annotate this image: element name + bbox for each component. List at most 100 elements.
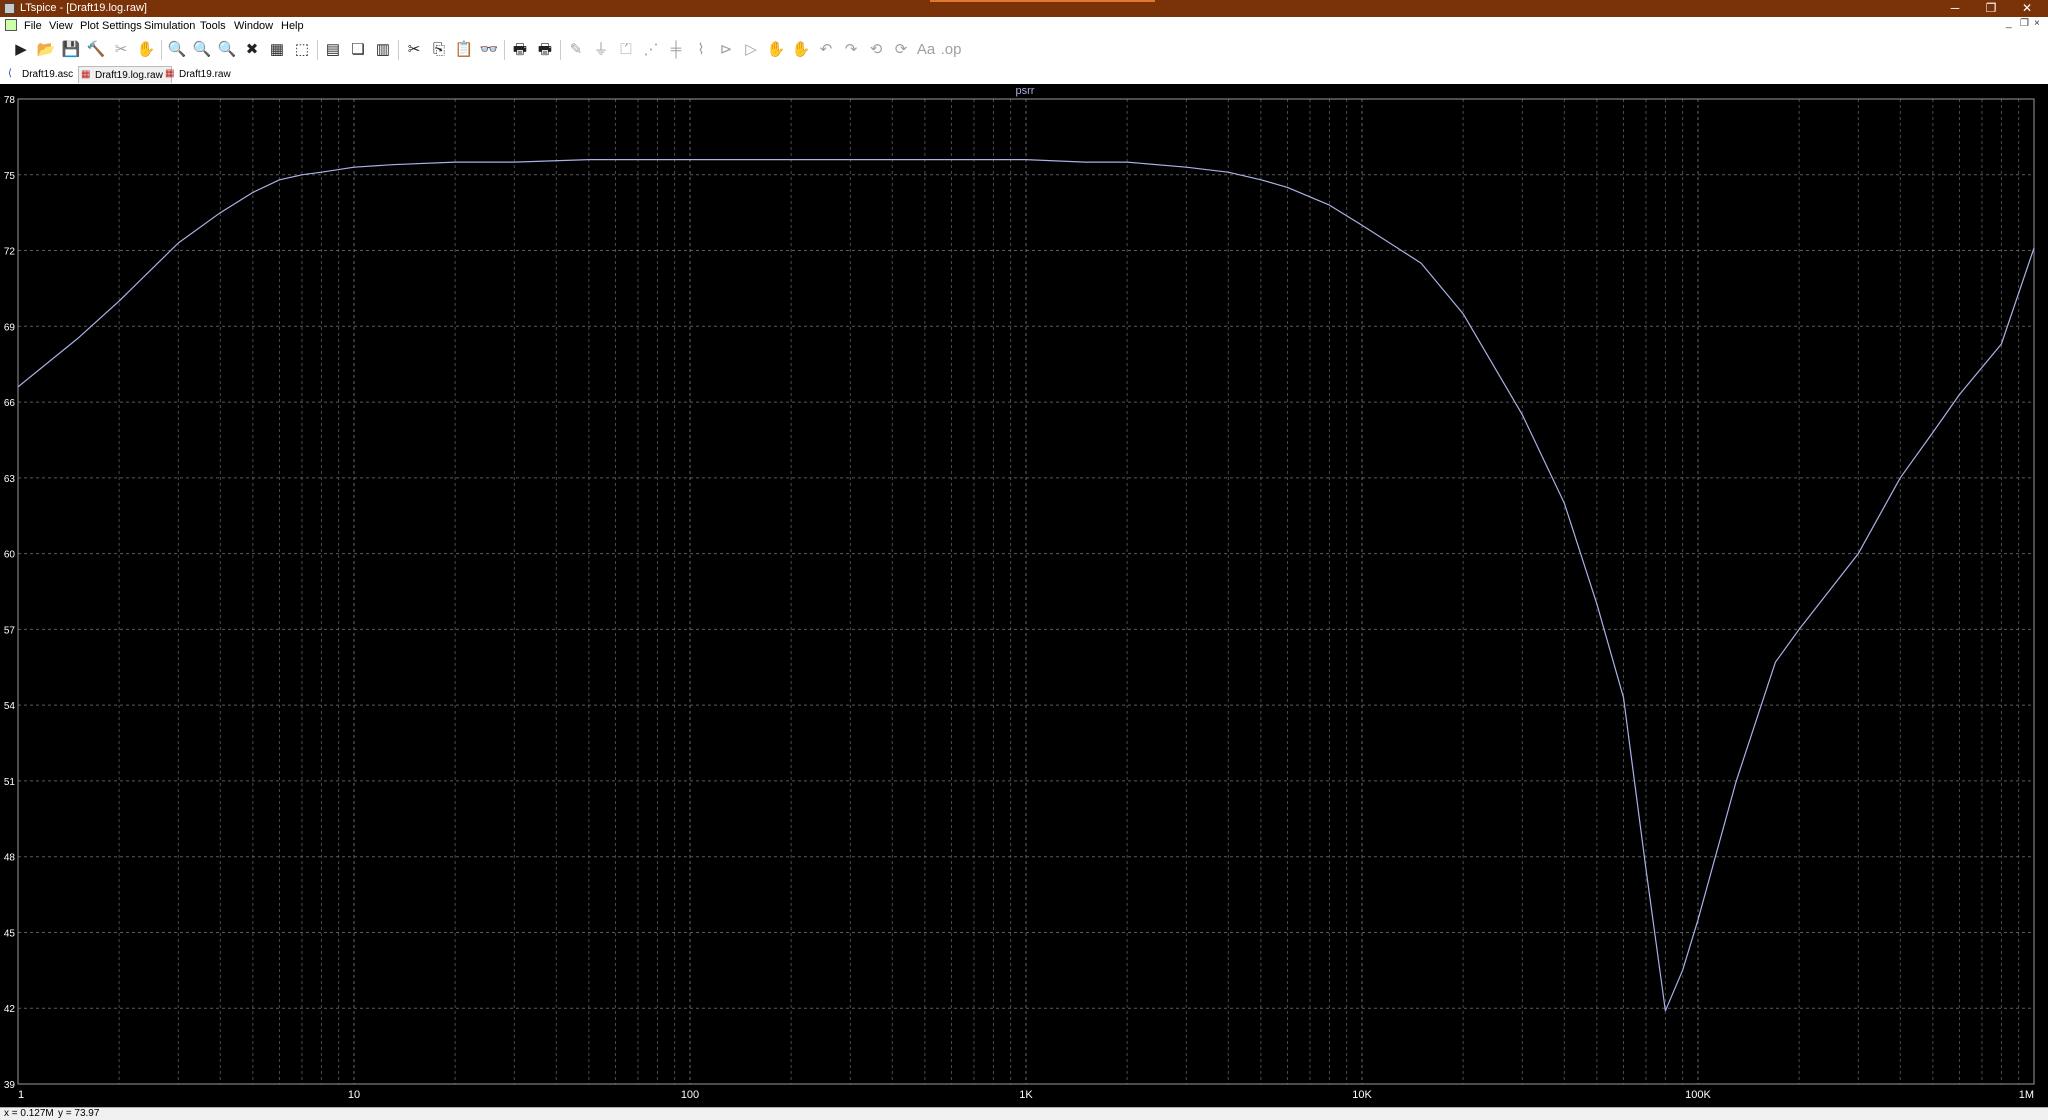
toolbar-separator [398, 40, 399, 60]
move-icon[interactable]: ✋ [765, 39, 787, 61]
autorange-icon[interactable]: ▦ [266, 39, 288, 61]
toolbar-separator [560, 40, 561, 60]
close-button[interactable]: ✕ [2012, 0, 2042, 17]
menu-window[interactable]: Window [234, 20, 273, 32]
mdi-close-button[interactable]: × [2034, 18, 2040, 29]
schematic-icon: ⟨ [8, 68, 12, 79]
tab-label: Draft19.asc [22, 69, 74, 80]
y-tick-label: 39 [4, 1080, 16, 1091]
y-tick-label: 48 [4, 853, 16, 864]
capacitor-icon[interactable]: ╪ [665, 39, 687, 61]
minimize-button[interactable]: ─ [1940, 0, 1970, 17]
document-icon[interactable] [5, 19, 17, 31]
ground-icon[interactable]: ⏚ [590, 39, 612, 61]
text-icon[interactable]: Aa [915, 39, 937, 61]
window-title: LTspice - [Draft19.log.raw] [20, 2, 147, 14]
trace-label-psrr[interactable]: psrr [1016, 85, 1035, 97]
y-tick-label: 57 [4, 625, 16, 636]
x-tick-label: 10 [348, 1089, 360, 1101]
menu-tools[interactable]: Tools [200, 20, 226, 32]
y-axis-tick-labels: 39 42 45 48 51 54 57 60 63 66 69 72 75 78 [4, 95, 16, 1091]
print-icon[interactable]: 🖶 [509, 39, 531, 61]
waveform-icon: ▦ [165, 68, 175, 79]
y-tick-label: 45 [4, 928, 16, 939]
y-tick-label: 63 [4, 474, 16, 485]
menu-help[interactable]: Help [281, 20, 304, 32]
tab-draft19-raw[interactable]: ▦ Draft19.raw [163, 66, 239, 83]
tab-label: Draft19.log.raw [95, 70, 163, 81]
zoom-cancel-icon[interactable]: ✖ [241, 39, 263, 61]
y-tick-label: 78 [4, 95, 16, 106]
y-tick-label: 69 [4, 322, 16, 333]
toolbar-separator [504, 40, 505, 60]
cursor-x-readout: x = 0.127M [4, 1108, 54, 1119]
component-icon[interactable]: ▷ [740, 39, 762, 61]
cut-icon[interactable]: ✂ [403, 39, 425, 61]
wire-icon[interactable]: ✎ [565, 39, 587, 61]
toolbar-separator [161, 40, 162, 60]
copy-icon[interactable]: ⎘ [428, 39, 450, 61]
diode-icon[interactable]: ⊳ [715, 39, 737, 61]
menu-plot-settings[interactable]: Plot Settings [80, 20, 142, 32]
document-tab-bar: ⟨ Draft19.asc ▦ Draft19.log.raw ▦ Draft1… [0, 66, 2048, 84]
tab-draft19-asc[interactable]: ⟨ Draft19.asc [6, 66, 81, 83]
y-tick-label: 54 [4, 701, 16, 712]
drag-icon[interactable]: ✋ [790, 39, 812, 61]
control-panel-icon[interactable]: 🔨 [85, 39, 107, 61]
cascade-icon[interactable]: ❏ [347, 39, 369, 61]
mdi-minimize-button[interactable]: _ [2006, 18, 2012, 29]
redo-icon[interactable]: ↷ [840, 39, 862, 61]
undo-icon[interactable]: ↶ [815, 39, 837, 61]
toolbar-separator [317, 40, 318, 60]
inductor-icon[interactable]: ⌇ [690, 39, 712, 61]
zoom-box-icon[interactable]: ⬚ [291, 39, 313, 61]
zoom-in-icon[interactable]: 🔍 [166, 39, 188, 61]
pan-hand-icon[interactable]: ✋ [135, 39, 157, 61]
spice-directive-icon[interactable]: .op [940, 39, 962, 61]
menu-simulation[interactable]: Simulation [144, 20, 195, 32]
title-bar: LTspice - [Draft19.log.raw] ─ ❐ ✕ [0, 0, 2048, 17]
x-axis-tick-labels: 1 10 100 1K 10K 100K 1M [18, 1089, 2034, 1101]
mdi-restore-button[interactable]: ❐ [2020, 18, 2029, 29]
cursor-y-readout: y = 73.97 [58, 1108, 100, 1119]
tab-draft19-log-raw[interactable]: ▦ Draft19.log.raw [78, 66, 172, 83]
x-tick-label: 1K [1019, 1089, 1033, 1101]
halt-icon[interactable]: ✂ [110, 39, 132, 61]
label-icon[interactable]: ⏍ [615, 39, 637, 61]
waveform-icon: ▦ [81, 69, 91, 80]
y-tick-label: 72 [4, 247, 16, 258]
print-preview-icon[interactable]: 🖶 [534, 39, 556, 61]
menu-view[interactable]: View [49, 20, 73, 32]
app-icon [4, 3, 15, 14]
waveform-viewer[interactable]: 39 42 45 48 51 54 57 60 63 66 69 72 75 78 1 10 100 1K 10K… [0, 84, 2048, 1107]
x-tick-label: 1M [2019, 1089, 2034, 1101]
rotate-icon[interactable]: ⟲ [865, 39, 887, 61]
toolbar: ▶ 📂 💾 🔨 ✂ ✋ 🔍 🔍 🔍 ✖ ▦ ⬚ ▤ ❏ ▥ ✂ ⎘ 📋 👓 🖶 🖶 ✎ ⏚ ⏍ ⋰ ╪ ⌇ ⊳ ▷ ✋ ✋ ↶ ↷ ⟲ ⟳ Aa .op [0, 34, 2048, 67]
status-bar: x = 0.127M y = 73.97 [0, 1107, 2048, 1120]
x-tick-label: 10K [1352, 1089, 1372, 1101]
y-tick-label: 42 [4, 1004, 16, 1015]
find-icon[interactable]: 👓 [478, 39, 500, 61]
y-tick-label: 75 [4, 171, 16, 182]
open-icon[interactable]: 📂 [35, 39, 57, 61]
tile-vertical-icon[interactable]: ▥ [372, 39, 394, 61]
menu-bar: File View Plot Settings Simulation Tools… [0, 17, 2048, 34]
tile-horizontal-icon[interactable]: ▤ [322, 39, 344, 61]
x-tick-label: 1 [18, 1089, 24, 1101]
plot-grid [18, 99, 2034, 1084]
paste-icon[interactable]: 📋 [453, 39, 475, 61]
mirror-icon[interactable]: ⟳ [890, 39, 912, 61]
menu-file[interactable]: File [24, 20, 42, 32]
y-tick-label: 60 [4, 550, 16, 561]
zoom-full-icon[interactable]: 🔍 [191, 39, 213, 61]
y-tick-label: 66 [4, 398, 16, 409]
restore-button[interactable]: ❐ [1976, 0, 2006, 17]
resistor-icon[interactable]: ⋰ [640, 39, 662, 61]
title-bar-highlight [930, 0, 1155, 2]
zoom-out-icon[interactable]: 🔍 [216, 39, 238, 61]
save-icon[interactable]: 💾 [60, 39, 82, 61]
run-icon[interactable]: ▶ [10, 39, 32, 61]
y-tick-label: 51 [4, 777, 16, 788]
tab-label: Draft19.raw [179, 69, 231, 80]
psrr-plot[interactable]: 39 42 45 48 51 54 57 60 63 66 69 72 75 78 1 10 100 1K 10K… [0, 84, 2048, 1107]
